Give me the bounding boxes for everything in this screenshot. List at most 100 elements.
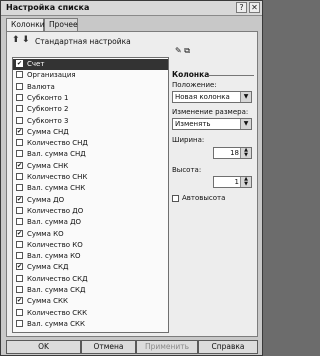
column-checkbox[interactable]	[16, 286, 23, 293]
list-item[interactable]: ✔ Счет	[13, 59, 168, 70]
position-value: Новая колонка	[175, 93, 230, 101]
column-checkbox[interactable]	[16, 139, 23, 147]
list-item[interactable]: ✔ Сумма КО	[13, 229, 168, 240]
column-checkbox[interactable]	[16, 308, 23, 316]
columns-list[interactable]: ✔ Счет Организация Валюта Субконто 1 Субконто…	[12, 57, 169, 333]
list-item[interactable]: ✔ Сумма ДО	[13, 195, 168, 206]
help-button[interactable]: Справка	[198, 340, 258, 354]
list-item[interactable]: ✔ Сумма СКК	[13, 296, 168, 307]
move-down-icon[interactable]: ⬇	[22, 35, 30, 45]
apply-button[interactable]: Применить	[136, 340, 198, 354]
list-item-label: Сумма СКД	[27, 263, 69, 272]
column-checkbox[interactable]	[16, 206, 23, 214]
column-group: Колонка Положение: Новая колонка ▼ Измен…	[172, 70, 254, 268]
column-checkbox[interactable]: ✔	[16, 161, 23, 169]
list-item-label: Сумма КО	[27, 229, 64, 238]
list-settings-window: Настройка списка ? ✕ Колонки Прочее ⬆ ⬇ …	[0, 0, 263, 356]
list-item[interactable]: Субконто 2	[13, 104, 168, 115]
list-item[interactable]: Вал. сумма СКД	[13, 285, 168, 296]
checkbox-box[interactable]	[172, 195, 179, 202]
help-icon[interactable]: ?	[236, 2, 247, 13]
list-item[interactable]: Вал. сумма СКК	[13, 319, 168, 330]
tab-panel: ⬆ ⬇ Стандартная настройка ✔ Счет Организац…	[6, 31, 258, 337]
list-item[interactable]: Вал. сумма ДО	[13, 217, 168, 228]
column-checkbox[interactable]	[16, 150, 23, 158]
list-item[interactable]: ✔ Сумма СКД	[13, 262, 168, 273]
column-checkbox[interactable]	[16, 218, 23, 226]
column-checkbox[interactable]	[16, 319, 23, 327]
list-item[interactable]: Количество КО	[13, 240, 168, 251]
column-checkbox[interactable]	[16, 240, 23, 248]
list-item-label: Количество СКК	[27, 308, 88, 317]
tab-other[interactable]: Прочее	[44, 18, 78, 31]
column-checkbox[interactable]: ✔	[16, 127, 23, 135]
resize-label: Изменение размера:	[172, 108, 249, 116]
list-item-label: Вал. сумма КО	[27, 252, 81, 261]
width-value: 18	[230, 149, 239, 157]
column-checkbox[interactable]	[16, 173, 23, 180]
spin-arrows-icon[interactable]: ▲ ▼	[240, 148, 251, 158]
list-item[interactable]: Количество СНК	[13, 172, 168, 183]
list-item[interactable]: Вал. сумма СНК	[13, 183, 168, 194]
list-item-label: Субконто 1	[27, 93, 69, 102]
spin-arrows-icon[interactable]: ▲ ▼	[240, 177, 251, 187]
height-label: Высота:	[172, 166, 202, 174]
ok-button[interactable]: OK	[6, 340, 81, 354]
list-item[interactable]: Субконто 1	[13, 93, 168, 104]
list-item[interactable]: ✔ Сумма СНД	[13, 127, 168, 138]
resize-select[interactable]: Изменять ▼	[172, 118, 252, 130]
position-select[interactable]: Новая колонка ▼	[172, 91, 252, 103]
column-checkbox[interactable]	[16, 93, 23, 101]
tab-columns[interactable]: Колонки	[6, 18, 45, 32]
column-checkbox[interactable]	[16, 252, 23, 260]
column-checkbox[interactable]: ✔	[16, 229, 23, 237]
column-checkbox[interactable]: ✔	[16, 60, 23, 67]
column-checkbox[interactable]: ✔	[16, 263, 23, 271]
height-spinner[interactable]: 1 ▲ ▼	[213, 176, 252, 188]
width-label: Ширина:	[172, 136, 205, 144]
list-item-label: Вал. сумма ДО	[27, 218, 82, 227]
list-item-label: Субконто 3	[27, 116, 69, 125]
list-item-label: Организация	[27, 71, 76, 80]
list-item-label: Счет	[27, 60, 45, 68]
list-item-label: Сумма СКК	[27, 297, 68, 306]
chevron-down-icon[interactable]: ▼	[240, 92, 251, 102]
list-item[interactable]: Вал. сумма СНД	[13, 149, 168, 160]
list-item-label: Количество ДО	[27, 206, 84, 215]
column-checkbox[interactable]	[16, 105, 23, 113]
list-item-label: Вал. сумма СКД	[27, 286, 86, 294]
standard-settings-button[interactable]: Стандартная настройка	[35, 37, 131, 46]
width-spinner[interactable]: 18 ▲ ▼	[213, 147, 252, 159]
move-up-icon[interactable]: ⬆	[12, 35, 20, 45]
column-checkbox[interactable]: ✔	[16, 195, 23, 203]
list-item-label: Вал. сумма СКК	[27, 319, 85, 328]
list-item-label: Сумма СНК	[27, 161, 69, 170]
group-divider	[207, 75, 254, 76]
column-checkbox[interactable]	[16, 184, 23, 192]
list-item[interactable]: Количество СКД	[13, 274, 168, 285]
title-bar: Настройка списка ? ✕	[1, 1, 262, 16]
dialog-buttons: OK Отмена Применить Справка	[1, 340, 262, 355]
list-item[interactable]: Субконто 3	[13, 116, 168, 127]
list-item-label: Валюта	[27, 82, 55, 91]
list-item[interactable]: Валюта	[13, 82, 168, 93]
chevron-down-icon[interactable]: ▼	[240, 119, 251, 129]
list-item[interactable]: Количество СНД	[13, 138, 168, 149]
list-item[interactable]: Количество СКК	[13, 308, 168, 319]
list-item-label: Вал. сумма СНД	[27, 150, 86, 159]
position-label: Положение:	[172, 81, 217, 89]
list-item[interactable]: Количество ДО	[13, 206, 168, 217]
column-checkbox[interactable]	[16, 82, 23, 90]
column-checkbox[interactable]	[16, 116, 23, 124]
edit-copy-icons[interactable]: ✎ ⧉	[175, 46, 190, 56]
list-item-label: Вал. сумма СНК	[27, 184, 86, 193]
list-item[interactable]: ✔ Сумма СНК	[13, 161, 168, 172]
column-checkbox[interactable]	[16, 274, 23, 282]
height-value: 1	[234, 178, 239, 186]
list-item[interactable]: Организация	[13, 70, 168, 81]
cancel-button[interactable]: Отмена	[81, 340, 136, 354]
list-item[interactable]: Вал. сумма КО	[13, 251, 168, 262]
close-icon[interactable]: ✕	[249, 2, 260, 13]
column-checkbox[interactable]: ✔	[16, 297, 23, 305]
column-checkbox[interactable]	[16, 71, 23, 79]
